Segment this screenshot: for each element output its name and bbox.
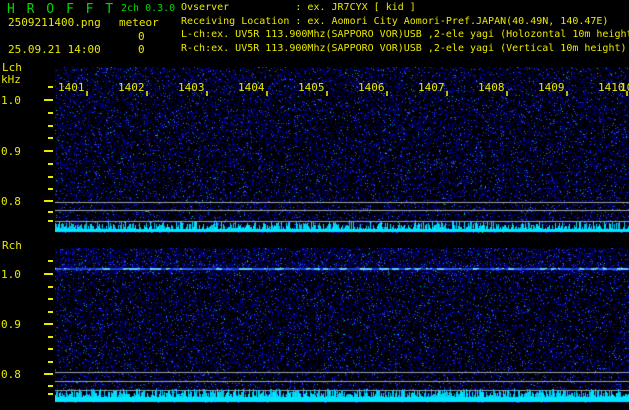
meteor-count-rch: 0: [138, 43, 145, 56]
time-label-1404: 1404: [238, 81, 265, 94]
meteor-count-label: meteor: [119, 16, 159, 29]
app-version: 2ch 0.3.0: [121, 3, 176, 14]
freq-minor-tick: [48, 385, 53, 387]
minute-tick: [206, 91, 208, 96]
freq-minor-tick: [48, 163, 53, 165]
rch-channel-label: Rch: [2, 239, 22, 252]
freq-minor-tick: [48, 220, 53, 222]
freq-minor-tick: [48, 311, 53, 313]
freq-minor-tick: [48, 112, 53, 114]
time-label-1408: 1408: [478, 81, 505, 94]
output-filename: 2509211400.png: [8, 16, 101, 29]
minute-tick: [146, 91, 148, 96]
freq-minor-tick: [48, 176, 53, 178]
freq-minor-tick: [48, 211, 53, 213]
observation-datetime: 25.09.21 14:00: [8, 43, 101, 56]
time-label-clipped: 10: [620, 81, 629, 94]
hrofft-window: H R O F F T 2ch 0.3.0 2509211400.png met…: [0, 0, 629, 410]
freq-major-tick: [44, 323, 53, 325]
freq-minor-tick: [48, 188, 53, 190]
freq-minor-tick: [48, 361, 53, 363]
freq-major-tick: [44, 273, 53, 275]
freq-label-0.8: 0.8: [1, 195, 21, 208]
info-lch-setup-line: L-ch:ex. UV5R 113.900Mhz(SAPPORO VOR)USB…: [181, 29, 629, 41]
minute-tick: [266, 91, 268, 96]
freq-minor-tick: [48, 125, 53, 127]
freq-minor-tick: [48, 137, 53, 139]
freq-major-tick: [44, 150, 53, 152]
freq-label-0.9: 0.9: [1, 145, 21, 158]
freq-major-tick: [44, 200, 53, 202]
rch-spectrogram-panel: [55, 248, 629, 403]
minute-tick: [446, 91, 448, 96]
app-title: H R O F F T: [7, 2, 116, 17]
freq-label-1.0: 1.0: [1, 94, 21, 107]
freq-label-0.8: 0.8: [1, 368, 21, 381]
minute-tick: [506, 91, 508, 96]
freq-minor-tick: [48, 286, 53, 288]
time-label-1406: 1406: [358, 81, 385, 94]
station-info-block: Ovserver : ex. JR7CYX [ kid ] Receiving …: [181, 1, 629, 56]
minute-tick: [86, 91, 88, 96]
freq-minor-tick: [48, 260, 53, 262]
freq-minor-tick: [48, 393, 53, 395]
minute-tick: [386, 91, 388, 96]
freq-unit-label: kHz: [1, 73, 21, 86]
time-label-1401: 1401: [58, 81, 85, 94]
time-label-1402: 1402: [118, 81, 145, 94]
time-label-1403: 1403: [178, 81, 205, 94]
freq-label-0.9: 0.9: [1, 318, 21, 331]
freq-minor-tick: [48, 348, 53, 350]
freq-minor-tick: [48, 298, 53, 300]
freq-major-tick: [44, 373, 53, 375]
info-rch-setup-line: R-ch:ex. UV5R 113.900Mhz(SAPPORO VOR)USB…: [181, 43, 627, 55]
freq-major-tick: [44, 99, 53, 101]
minute-tick: [326, 91, 328, 96]
time-label-1409: 1409: [538, 81, 565, 94]
meteor-count-lch: 0: [138, 30, 145, 43]
freq-minor-tick: [48, 336, 53, 338]
info-location-line: Receiving Location : ex. Aomori City Aom…: [181, 15, 609, 27]
info-observer-line: Ovserver : ex. JR7CYX [ kid ]: [181, 2, 416, 13]
freq-minor-tick: [48, 86, 53, 88]
time-label-1405: 1405: [298, 81, 325, 94]
freq-label-1.0: 1.0: [1, 268, 21, 281]
time-label-1407: 1407: [418, 81, 445, 94]
minute-tick: [566, 91, 568, 96]
